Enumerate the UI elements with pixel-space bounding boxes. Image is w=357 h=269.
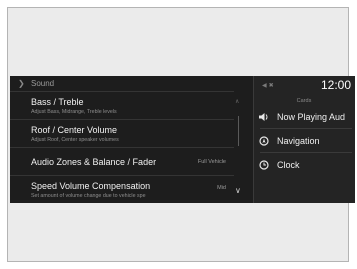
navigation-icon <box>258 136 270 146</box>
setting-title: Speed Volume Compensation <box>31 181 151 191</box>
card-divider <box>260 128 352 129</box>
card-navigation[interactable]: Navigation <box>258 131 354 151</box>
cards-label: Cards <box>296 98 312 104</box>
card-divider <box>260 152 352 153</box>
sound-settings-panel: ❯ Sound Bass / Treble Adjust Bass, Midra… <box>10 76 250 203</box>
cards-panel: ◀✖ 12:00 Cards Now Playing Aud Navigatio… <box>253 76 355 203</box>
settings-header: ❯ Sound <box>10 76 250 91</box>
scroll-down-icon[interactable]: ∨ <box>235 186 241 195</box>
card-label: Clock <box>277 160 300 170</box>
setting-subtitle: Adjust Bass, Midrange, Treble levels <box>31 109 117 115</box>
scroll-up-icon[interactable]: ∧ <box>235 98 239 105</box>
setting-value: Mid <box>217 185 226 191</box>
section-title: Sound <box>31 79 55 88</box>
card-now-playing[interactable]: Now Playing Aud <box>258 107 354 127</box>
setting-value: Full Vehicle <box>197 159 226 165</box>
clock-time: 12:00 <box>320 78 351 92</box>
setting-title: Audio Zones & Balance / Fader <box>31 157 157 167</box>
card-clock[interactable]: Clock <box>258 155 354 175</box>
setting-bass-treble[interactable]: Bass / Treble Adjust Bass, Midrange, Tre… <box>10 91 234 119</box>
signal-off-icon: ✖ <box>268 83 276 89</box>
scrollbar[interactable] <box>238 116 239 146</box>
setting-audio-zones[interactable]: Audio Zones & Balance / Fader Full Vehic… <box>10 147 234 175</box>
back-chevron-icon[interactable]: ❯ <box>18 79 28 88</box>
status-icons: ◀✖ <box>262 82 276 89</box>
setting-subtitle: Set amount of volume change due to vehic… <box>31 193 146 199</box>
setting-roof-center-volume[interactable]: Roof / Center Volume Adjust Roof, Center… <box>10 119 234 147</box>
speaker-icon <box>258 113 270 121</box>
clock-icon <box>258 160 270 170</box>
card-label: Navigation <box>277 136 320 146</box>
setting-title: Bass / Treble <box>31 97 84 107</box>
mute-icon: ◀ <box>262 83 269 89</box>
setting-title: Roof / Center Volume <box>31 125 118 135</box>
setting-subtitle: Adjust Roof, Center speaker volumes <box>31 137 119 143</box>
card-label: Now Playing Aud <box>277 112 346 122</box>
infotainment-screen: ❯ Sound Bass / Treble Adjust Bass, Midra… <box>10 76 355 203</box>
setting-speed-volume-compensation[interactable]: Speed Volume Compensation Set amount of … <box>10 175 234 203</box>
